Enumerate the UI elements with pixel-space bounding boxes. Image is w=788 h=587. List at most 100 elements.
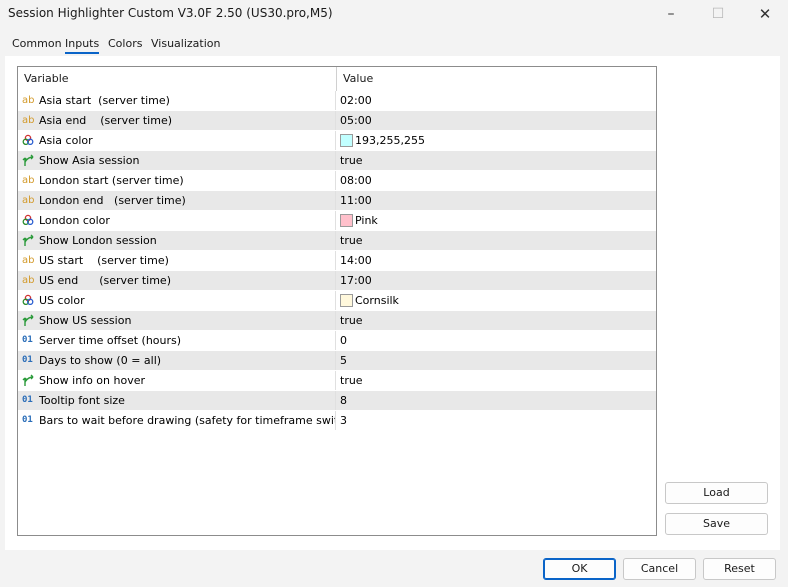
table-row[interactable]: ab Asia start (server time) 02:00 — [18, 91, 656, 111]
value-cell[interactable]: true — [337, 231, 655, 250]
variable-label: US end (server time) — [39, 274, 171, 287]
table-row[interactable]: US color Cornsilk — [18, 291, 656, 311]
load-button[interactable]: Load — [665, 482, 768, 504]
variable-cell[interactable]: ab Asia start (server time) — [18, 91, 336, 110]
numeric-type-icon: 01 — [22, 415, 33, 425]
value-cell[interactable]: 3 — [337, 411, 655, 430]
table-row[interactable]: 01 Tooltip font size 8 — [18, 391, 656, 411]
value-cell[interactable]: true — [337, 371, 655, 390]
table-row[interactable]: ab US start (server time) 14:00 — [18, 251, 656, 271]
variable-label: Server time offset (hours) — [39, 334, 182, 347]
table-row[interactable]: 01 Server time offset (hours) 0 — [18, 331, 656, 351]
variable-cell[interactable]: ab London end (server time) — [18, 191, 336, 210]
value-text: Pink — [355, 214, 378, 227]
variable-cell[interactable]: ab US start (server time) — [18, 251, 336, 270]
value-cell[interactable]: 17:00 — [337, 271, 655, 290]
variable-cell[interactable]: London color — [18, 211, 336, 230]
color-swatch[interactable] — [340, 134, 353, 147]
color-palette-icon — [22, 214, 36, 227]
cancel-button[interactable]: Cancel — [623, 558, 696, 580]
value-cell[interactable]: 05:00 — [337, 111, 655, 130]
value-text: 8 — [340, 394, 347, 407]
maximize-button[interactable]: ☐ — [695, 0, 741, 28]
variable-cell[interactable]: Show London session — [18, 231, 336, 250]
value-text: 5 — [340, 354, 347, 367]
value-cell[interactable]: 5 — [337, 351, 655, 370]
variable-cell[interactable]: 01 Bars to wait before drawing (safety fo… — [18, 411, 336, 430]
value-text: 08:00 — [340, 174, 372, 187]
value-text: 11:00 — [340, 194, 372, 207]
column-header-value[interactable]: Value — [337, 67, 655, 91]
value-text: 17:00 — [340, 274, 372, 287]
variable-cell[interactable]: 01 Tooltip font size — [18, 391, 336, 410]
table-row[interactable]: 01 Bars to wait before drawing (safety fo… — [18, 411, 656, 431]
boolean-branch-icon — [22, 234, 36, 247]
close-button[interactable]: ✕ — [742, 0, 788, 28]
table-row[interactable]: Asia color 193,255,255 — [18, 131, 656, 151]
value-cell[interactable]: Pink — [337, 211, 655, 230]
table-row[interactable]: ab Asia end (server time) 05:00 — [18, 111, 656, 131]
value-cell[interactable]: 02:00 — [337, 91, 655, 110]
variable-label: Show London session — [39, 234, 157, 247]
variable-cell[interactable]: ab Asia end (server time) — [18, 111, 336, 130]
value-cell[interactable]: 193,255,255 — [337, 131, 655, 150]
value-cell[interactable]: true — [337, 151, 655, 170]
column-header-variable[interactable]: Variable — [18, 67, 336, 91]
value-cell[interactable]: 14:00 — [337, 251, 655, 270]
value-cell[interactable]: true — [337, 311, 655, 330]
variable-label: Days to show (0 = all) — [39, 354, 162, 367]
table-row[interactable]: ab US end (server time) 17:00 — [18, 271, 656, 291]
variable-cell[interactable]: 01 Server time offset (hours) — [18, 331, 336, 350]
value-cell[interactable]: 11:00 — [337, 191, 655, 210]
variable-label: Tooltip font size — [39, 394, 125, 407]
value-cell[interactable]: Cornsilk — [337, 291, 655, 310]
value-cell[interactable]: 0 — [337, 331, 655, 350]
value-text: 0 — [340, 334, 347, 347]
variable-cell[interactable]: Show US session — [18, 311, 336, 330]
boolean-branch-icon — [22, 314, 36, 327]
tab-visualization[interactable]: Visualization — [151, 37, 220, 50]
variable-label: Show US session — [39, 314, 132, 327]
save-button[interactable]: Save — [665, 513, 768, 535]
variable-cell[interactable]: Show info on hover — [18, 371, 336, 390]
table-row[interactable]: Show London session true — [18, 231, 656, 251]
variable-label: Show info on hover — [39, 374, 146, 387]
grid-rows: ab Asia start (server time) 02:00 ab Asia en… — [18, 91, 656, 431]
minimize-button[interactable]: – — [648, 0, 694, 28]
table-row[interactable]: ab London end (server time) 11:00 — [18, 191, 656, 211]
variable-cell[interactable]: Asia color — [18, 131, 336, 150]
variable-cell[interactable]: ab London start (server time) — [18, 171, 336, 190]
string-type-icon: ab — [22, 195, 35, 206]
table-row[interactable]: Show Asia session true — [18, 151, 656, 171]
tab-bar: Common Inputs Colors Visualization — [0, 34, 788, 56]
reset-button[interactable]: Reset — [703, 558, 776, 580]
title-bar: Session Highlighter Custom V3.0F 2.50 (U… — [0, 0, 788, 30]
tab-inputs[interactable]: Inputs — [65, 37, 100, 54]
table-row[interactable]: 01 Days to show (0 = all) 5 — [18, 351, 656, 371]
table-row[interactable]: Show info on hover true — [18, 371, 656, 391]
variable-cell[interactable]: US color — [18, 291, 336, 310]
string-type-icon: ab — [22, 255, 35, 266]
value-cell[interactable]: 8 — [337, 391, 655, 410]
value-cell[interactable]: 08:00 — [337, 171, 655, 190]
tab-colors[interactable]: Colors — [108, 37, 142, 50]
value-text: Cornsilk — [355, 294, 399, 307]
variable-cell[interactable]: Show Asia session — [18, 151, 336, 170]
ok-button[interactable]: OK — [543, 558, 616, 580]
variable-label: Asia end (server time) — [39, 114, 173, 127]
variable-cell[interactable]: 01 Days to show (0 = all) — [18, 351, 336, 370]
tab-common[interactable]: Common — [12, 37, 62, 50]
variable-label: Show Asia session — [39, 154, 140, 167]
value-text: true — [340, 374, 363, 387]
string-type-icon: ab — [22, 95, 35, 106]
table-row[interactable]: Show US session true — [18, 311, 656, 331]
variable-cell[interactable]: ab US end (server time) — [18, 271, 336, 290]
table-row[interactable]: ab London start (server time) 08:00 — [18, 171, 656, 191]
variable-label: London start (server time) — [39, 174, 184, 187]
color-swatch[interactable] — [340, 214, 353, 227]
value-text: true — [340, 154, 363, 167]
table-row[interactable]: London color Pink — [18, 211, 656, 231]
value-text: 05:00 — [340, 114, 372, 127]
variable-label: London color — [39, 214, 110, 227]
color-swatch[interactable] — [340, 294, 353, 307]
